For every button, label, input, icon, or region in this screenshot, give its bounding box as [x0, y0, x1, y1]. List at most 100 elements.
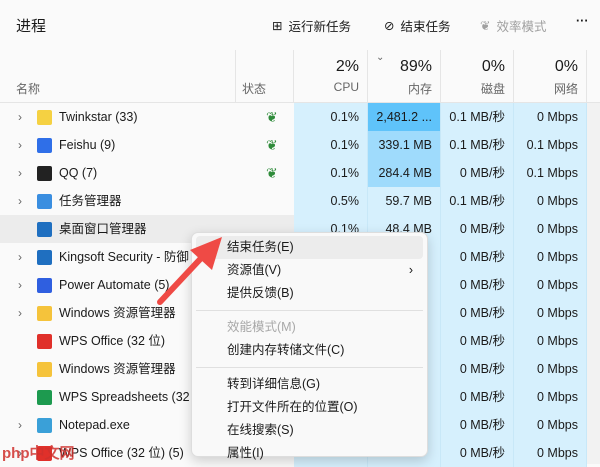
app-icon — [37, 166, 52, 181]
menu-item-label: 属性(I) — [227, 446, 264, 460]
app-icon — [37, 306, 52, 321]
menu-item: 效能模式(M) — [196, 316, 423, 339]
app-icon — [37, 278, 52, 293]
watermark: php中文网 — [2, 445, 75, 462]
net-cell: 0 Mbps — [514, 243, 587, 271]
expand-chevron-icon[interactable]: › — [18, 271, 22, 299]
efficiency-mode-button[interactable]: ❦ 效率模式 — [480, 16, 547, 35]
expand-chevron-icon[interactable]: › — [18, 103, 22, 131]
process-row[interactable]: › Feishu (9) ❦ 0.1% 339.1 MB 0.1 MB/秒 0.1 Mbps — [0, 131, 587, 159]
net-cell: 0 Mbps — [514, 327, 587, 355]
menu-separator — [196, 367, 423, 368]
app-icon — [37, 110, 52, 125]
net-cell: 0 Mbps — [514, 439, 587, 467]
menu-item-label: 提供反馈(B) — [227, 286, 294, 300]
menu-item[interactable]: 提供反馈(B) — [196, 282, 423, 305]
menu-item[interactable]: 转到详细信息(G) — [196, 373, 423, 396]
app-icon — [37, 418, 52, 433]
net-cell: 0 Mbps — [514, 271, 587, 299]
menu-separator — [196, 310, 423, 311]
red-arrow-annotation — [157, 237, 222, 305]
disk-cell: 0 MB/秒 — [441, 159, 514, 187]
process-name: Twinkstar (33) — [59, 110, 138, 124]
net-cell: 0 Mbps — [514, 383, 587, 411]
expand-chevron-icon[interactable]: › — [18, 131, 22, 159]
menu-item[interactable]: 属性(I) — [196, 442, 423, 465]
net-cell: 0.1 Mbps — [514, 159, 587, 187]
disk-cell: 0 MB/秒 — [441, 299, 514, 327]
disk-cell: 0.1 MB/秒 — [441, 103, 514, 131]
expand-chevron-icon[interactable]: › — [18, 159, 22, 187]
run-task-icon: ⊞ — [272, 19, 283, 33]
menu-item-label: 打开文件所在的位置(O) — [227, 400, 358, 414]
menu-item[interactable]: 结束任务(E) — [196, 236, 423, 259]
menu-item-label: 转到详细信息(G) — [227, 377, 321, 391]
mem-cell: 59.7 MB — [368, 187, 441, 215]
app-icon — [37, 250, 52, 265]
menu-item[interactable]: 打开文件所在的位置(O) — [196, 396, 423, 419]
app-icon — [37, 138, 52, 153]
disk-cell: 0.1 MB/秒 — [441, 187, 514, 215]
disk-cell: 0 MB/秒 — [441, 355, 514, 383]
menu-item-label: 资源值(V) — [227, 263, 282, 277]
leaf-icon: ❦ — [480, 19, 491, 33]
expand-chevron-icon[interactable]: › — [18, 243, 22, 271]
net-cell: 0 Mbps — [514, 187, 587, 215]
menu-item-label: 效能模式(M) — [227, 320, 296, 334]
more-button[interactable]: ··· — [576, 14, 589, 28]
process-row[interactable]: › 任务管理器 0.5% 59.7 MB 0.1 MB/秒 0 Mbps — [0, 187, 587, 215]
efficiency-leaf-icon: ❦ — [266, 165, 278, 181]
disk-cell: 0.1 MB/秒 — [441, 131, 514, 159]
menu-item-label: 创建内存转储文件(C) — [227, 343, 345, 357]
net-cell: 0 Mbps — [514, 215, 587, 243]
end-task-icon: ⊘ — [384, 19, 395, 33]
cpu-cell: 0.1% — [294, 131, 368, 159]
submenu-chevron-icon: › — [408, 263, 413, 277]
disk-cell: 0 MB/秒 — [441, 215, 514, 243]
menu-item-label: 结束任务(E) — [227, 240, 294, 254]
expand-chevron-icon[interactable]: › — [18, 187, 22, 215]
disk-cell: 0 MB/秒 — [441, 411, 514, 439]
scrollbar[interactable] — [587, 103, 600, 464]
col-cpu[interactable]: 2% CPU — [294, 50, 368, 103]
efficiency-leaf-icon: ❦ — [266, 109, 278, 125]
process-row[interactable]: › QQ (7) ❦ 0.1% 284.4 MB 0 MB/秒 0.1 Mbps — [0, 159, 587, 187]
mem-cell: 284.4 MB — [368, 159, 441, 187]
net-cell: 0 Mbps — [514, 355, 587, 383]
app-icon — [37, 362, 52, 377]
app-icon — [37, 334, 52, 349]
disk-cell: 0 MB/秒 — [441, 327, 514, 355]
cpu-cell: 0.1% — [294, 159, 368, 187]
disk-cell: 0 MB/秒 — [441, 271, 514, 299]
cpu-cell: 0.5% — [294, 187, 368, 215]
disk-cell: 0 MB/秒 — [441, 383, 514, 411]
page-title: 进程 — [16, 18, 47, 35]
net-cell: 0 Mbps — [514, 299, 587, 327]
column-header: 名称 状态 2% CPU ⌄ 89% 内存 0% 磁盘 0% 网络 — [0, 50, 600, 103]
disk-cell: 0 MB/秒 — [441, 243, 514, 271]
efficiency-leaf-icon: ❦ — [266, 137, 278, 153]
disk-cell: 0 MB/秒 — [441, 439, 514, 467]
menu-item[interactable]: 创建内存转储文件(C) — [196, 339, 423, 362]
app-icon — [37, 194, 52, 209]
expand-chevron-icon[interactable]: › — [18, 411, 22, 439]
col-name[interactable]: 名称 — [0, 50, 236, 103]
col-disk[interactable]: 0% 磁盘 — [441, 50, 514, 103]
col-status[interactable]: 状态 — [236, 50, 294, 103]
end-task-button[interactable]: ⊘ 结束任务 — [384, 16, 451, 35]
menu-item[interactable]: 在线搜索(S) — [196, 419, 423, 442]
menu-item[interactable]: 资源值(V) › — [196, 259, 423, 282]
run-new-task-button[interactable]: ⊞ 运行新任务 — [272, 16, 351, 35]
app-icon — [37, 390, 52, 405]
process-name: 任务管理器 — [59, 194, 122, 208]
col-network[interactable]: 0% 网络 — [514, 50, 587, 103]
process-row[interactable]: › Twinkstar (33) ❦ 0.1% 2,481.2 ... 0.1 MB/秒 0… — [0, 103, 587, 131]
expand-chevron-icon[interactable]: › — [18, 299, 22, 327]
net-cell: 0 Mbps — [514, 411, 587, 439]
sort-chevron-icon: ⌄ — [376, 52, 385, 63]
menu-item-label: 在线搜索(S) — [227, 423, 294, 437]
col-memory[interactable]: ⌄ 89% 内存 — [368, 50, 441, 103]
mem-cell: 339.1 MB — [368, 131, 441, 159]
net-cell: 0.1 Mbps — [514, 131, 587, 159]
net-cell: 0 Mbps — [514, 103, 587, 131]
